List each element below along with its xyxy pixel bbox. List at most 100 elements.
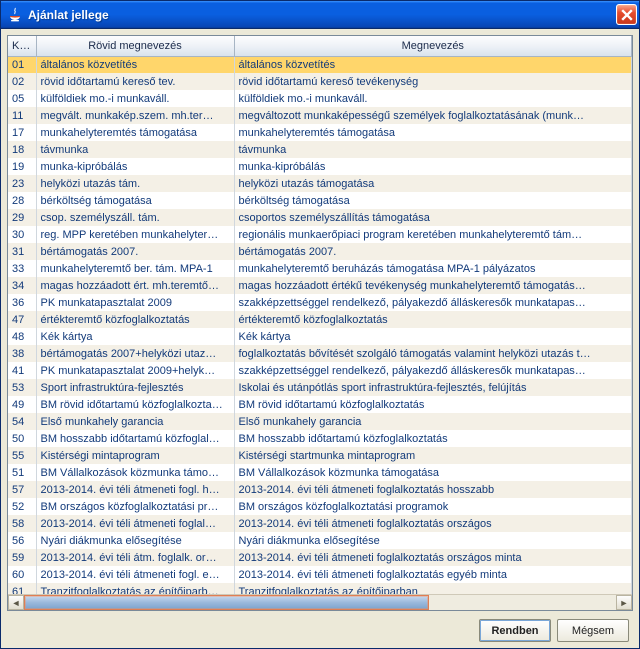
cell-meg: külföldiek mo.-i munkaváll. <box>234 90 632 107</box>
cell-kod: 29 <box>8 209 36 226</box>
table-row[interactable]: 01általános közvetítésáltalános közvetít… <box>8 56 632 73</box>
close-button[interactable] <box>616 4 637 25</box>
table-row[interactable]: 17munkahelyteremtés támogatásamunkahelyt… <box>8 124 632 141</box>
cell-kod: 05 <box>8 90 36 107</box>
table-row[interactable]: 572013-2014. évi téli átmeneti fogl. h…2… <box>8 481 632 498</box>
cell-meg: rövid időtartamú kereső tevékenység <box>234 73 632 90</box>
table-row[interactable]: 52BM országos közfoglalkoztatási pr…BM o… <box>8 498 632 515</box>
cell-kod: 57 <box>8 481 36 498</box>
table-row[interactable]: 55Kistérségi mintaprogramKistérségi star… <box>8 447 632 464</box>
cell-kod: 58 <box>8 515 36 532</box>
table-row[interactable]: 49BM rövid időtartamú közfoglalkozta…BM … <box>8 396 632 413</box>
col-header-rovid[interactable]: Rövid megnevezés <box>36 36 234 56</box>
cell-rovid: külföldiek mo.-i munkaváll. <box>36 90 234 107</box>
scroll-left-arrow[interactable]: ◄ <box>8 595 24 610</box>
cell-meg: általános közvetítés <box>234 56 632 73</box>
cell-rovid: rövid időtartamú kereső tev. <box>36 73 234 90</box>
table-row[interactable]: 56Nyári diákmunka elősegítéseNyári diákm… <box>8 532 632 549</box>
cell-kod: 54 <box>8 413 36 430</box>
cell-meg: csoportos személyszállítás támogatása <box>234 209 632 226</box>
cell-meg: helyközi utazás támogatása <box>234 175 632 192</box>
cell-rovid: Nyári diákmunka elősegítése <box>36 532 234 549</box>
cell-kod: 51 <box>8 464 36 481</box>
cell-rovid: BM Vállalkozások közmunka támo… <box>36 464 234 481</box>
table-row[interactable]: 11megvált. munkakép.szem. mh.ter…megvált… <box>8 107 632 124</box>
scroll-thumb[interactable] <box>24 595 429 610</box>
scroll-right-arrow[interactable]: ► <box>616 595 632 610</box>
cell-meg: munkahelyteremtő beruházás támogatása MP… <box>234 260 632 277</box>
cell-rovid: értékteremtő közfoglalkoztatás <box>36 311 234 328</box>
col-header-kod[interactable]: Kód <box>8 36 36 56</box>
table-row[interactable]: 592013-2014. évi téli átm. foglalk. or…2… <box>8 549 632 566</box>
cell-kod: 48 <box>8 328 36 345</box>
col-header-meg[interactable]: Megnevezés <box>234 36 632 56</box>
cell-kod: 33 <box>8 260 36 277</box>
cell-meg: 2013-2014. évi téli átmeneti foglalkozta… <box>234 566 632 583</box>
table-row[interactable]: 30reg. MPP keretében munkahelyter…region… <box>8 226 632 243</box>
table-row[interactable]: 33munkahelyteremtő ber. tám. MPA-1munkah… <box>8 260 632 277</box>
cell-meg: Kék kártya <box>234 328 632 345</box>
cell-kod: 30 <box>8 226 36 243</box>
cell-kod: 18 <box>8 141 36 158</box>
cell-rovid: csop. személyszáll. tám. <box>36 209 234 226</box>
cell-rovid: bérköltség támogatása <box>36 192 234 209</box>
table-row[interactable]: 51BM Vállalkozások közmunka támo…BM Váll… <box>8 464 632 481</box>
table-row[interactable]: 29csop. személyszáll. tám.csoportos szem… <box>8 209 632 226</box>
table-row[interactable]: 34magas hozzáadott ért. mh.teremtő…magas… <box>8 277 632 294</box>
cell-kod: 50 <box>8 430 36 447</box>
table-row[interactable]: 28bérköltség támogatásabérköltség támoga… <box>8 192 632 209</box>
close-icon <box>621 9 633 21</box>
cell-kod: 38 <box>8 345 36 362</box>
cell-kod: 31 <box>8 243 36 260</box>
cell-meg: foglalkoztatás bővítését szolgáló támoga… <box>234 345 632 362</box>
cell-kod: 60 <box>8 566 36 583</box>
table-row[interactable]: 31bértámogatás 2007.bértámogatás 2007. <box>8 243 632 260</box>
cell-meg: magas hozzáadott értékű tevékenység munk… <box>234 277 632 294</box>
cell-meg: munka-kipróbálás <box>234 158 632 175</box>
table-row[interactable]: 54Első munkahely garanciaElső munkahely … <box>8 413 632 430</box>
table-row[interactable]: 53Sport infrastruktúra-fejlesztésIskolai… <box>8 379 632 396</box>
cell-kod: 53 <box>8 379 36 396</box>
table-row[interactable]: 36PK munkatapasztalat 2009szakképzettség… <box>8 294 632 311</box>
cell-kod: 55 <box>8 447 36 464</box>
cell-rovid: 2013-2014. évi téli átm. foglalk. or… <box>36 549 234 566</box>
table-row[interactable]: 48Kék kártyaKék kártya <box>8 328 632 345</box>
titlebar[interactable]: Ajánlat jellege <box>1 1 639 29</box>
table-row[interactable]: 582013-2014. évi téli átmeneti foglal…20… <box>8 515 632 532</box>
table-row[interactable]: 02rövid időtartamú kereső tev.rövid időt… <box>8 73 632 90</box>
table-row[interactable]: 23helyközi utazás tám.helyközi utazás tá… <box>8 175 632 192</box>
cell-kod: 23 <box>8 175 36 192</box>
dialog-window: Ajánlat jellege Kód Rövid megnevezés Meg… <box>0 0 640 649</box>
table-row[interactable]: 41PK munkatapasztalat 2009+helyk…szakkép… <box>8 362 632 379</box>
cell-meg: 2013-2014. évi téli átmeneti foglalkozta… <box>234 481 632 498</box>
data-grid[interactable]: Kód Rövid megnevezés Megnevezés 01 általá… <box>8 36 632 594</box>
table-row[interactable]: 61Tranzitfoglalkoztatás az építőiparb…Tr… <box>8 583 632 594</box>
table-row[interactable]: 47értékteremtő közfoglalkoztatásértékter… <box>8 311 632 328</box>
cell-meg: BM Vállalkozások közmunka támogatása <box>234 464 632 481</box>
cell-kod: 34 <box>8 277 36 294</box>
cell-kod: 02 <box>8 73 36 90</box>
cell-meg: munkahelyteremtés támogatása <box>234 124 632 141</box>
table-row[interactable]: 38bértámogatás 2007+helyközi utaz…foglal… <box>8 345 632 362</box>
cancel-button[interactable]: Mégsem <box>557 619 629 642</box>
cell-rovid: 2013-2014. évi téli átmeneti foglal… <box>36 515 234 532</box>
table-row[interactable]: 50BM hosszabb időtartamú közfoglal…BM ho… <box>8 430 632 447</box>
window-title: Ajánlat jellege <box>28 8 616 22</box>
cell-meg: BM országos közfoglalkoztatási programok <box>234 498 632 515</box>
cell-meg: Tranzitfoglalkoztatás az építőiparban <box>234 583 632 594</box>
cell-rovid: Kék kártya <box>36 328 234 345</box>
cell-rovid: magas hozzáadott ért. mh.teremtő… <box>36 277 234 294</box>
cell-rovid: megvált. munkakép.szem. mh.ter… <box>36 107 234 124</box>
table-row[interactable]: 602013-2014. évi téli átmeneti fogl. e…2… <box>8 566 632 583</box>
ok-button[interactable]: Rendben <box>479 619 551 642</box>
cell-meg: Nyári diákmunka elősegítése <box>234 532 632 549</box>
table-row[interactable]: 19munka-kipróbálásmunka-kipróbálás <box>8 158 632 175</box>
table-row[interactable]: 18távmunkatávmunka <box>8 141 632 158</box>
scroll-track[interactable] <box>24 595 616 610</box>
cell-kod: 17 <box>8 124 36 141</box>
table-row[interactable]: 05külföldiek mo.-i munkaváll.külföldiek … <box>8 90 632 107</box>
cell-rovid: 2013-2014. évi téli átmeneti fogl. h… <box>36 481 234 498</box>
horizontal-scrollbar[interactable]: ◄ ► <box>8 594 632 610</box>
cell-kod: 01 <box>8 56 36 73</box>
cell-meg: szakképzettséggel rendelkező, pályakezdő… <box>234 294 632 311</box>
